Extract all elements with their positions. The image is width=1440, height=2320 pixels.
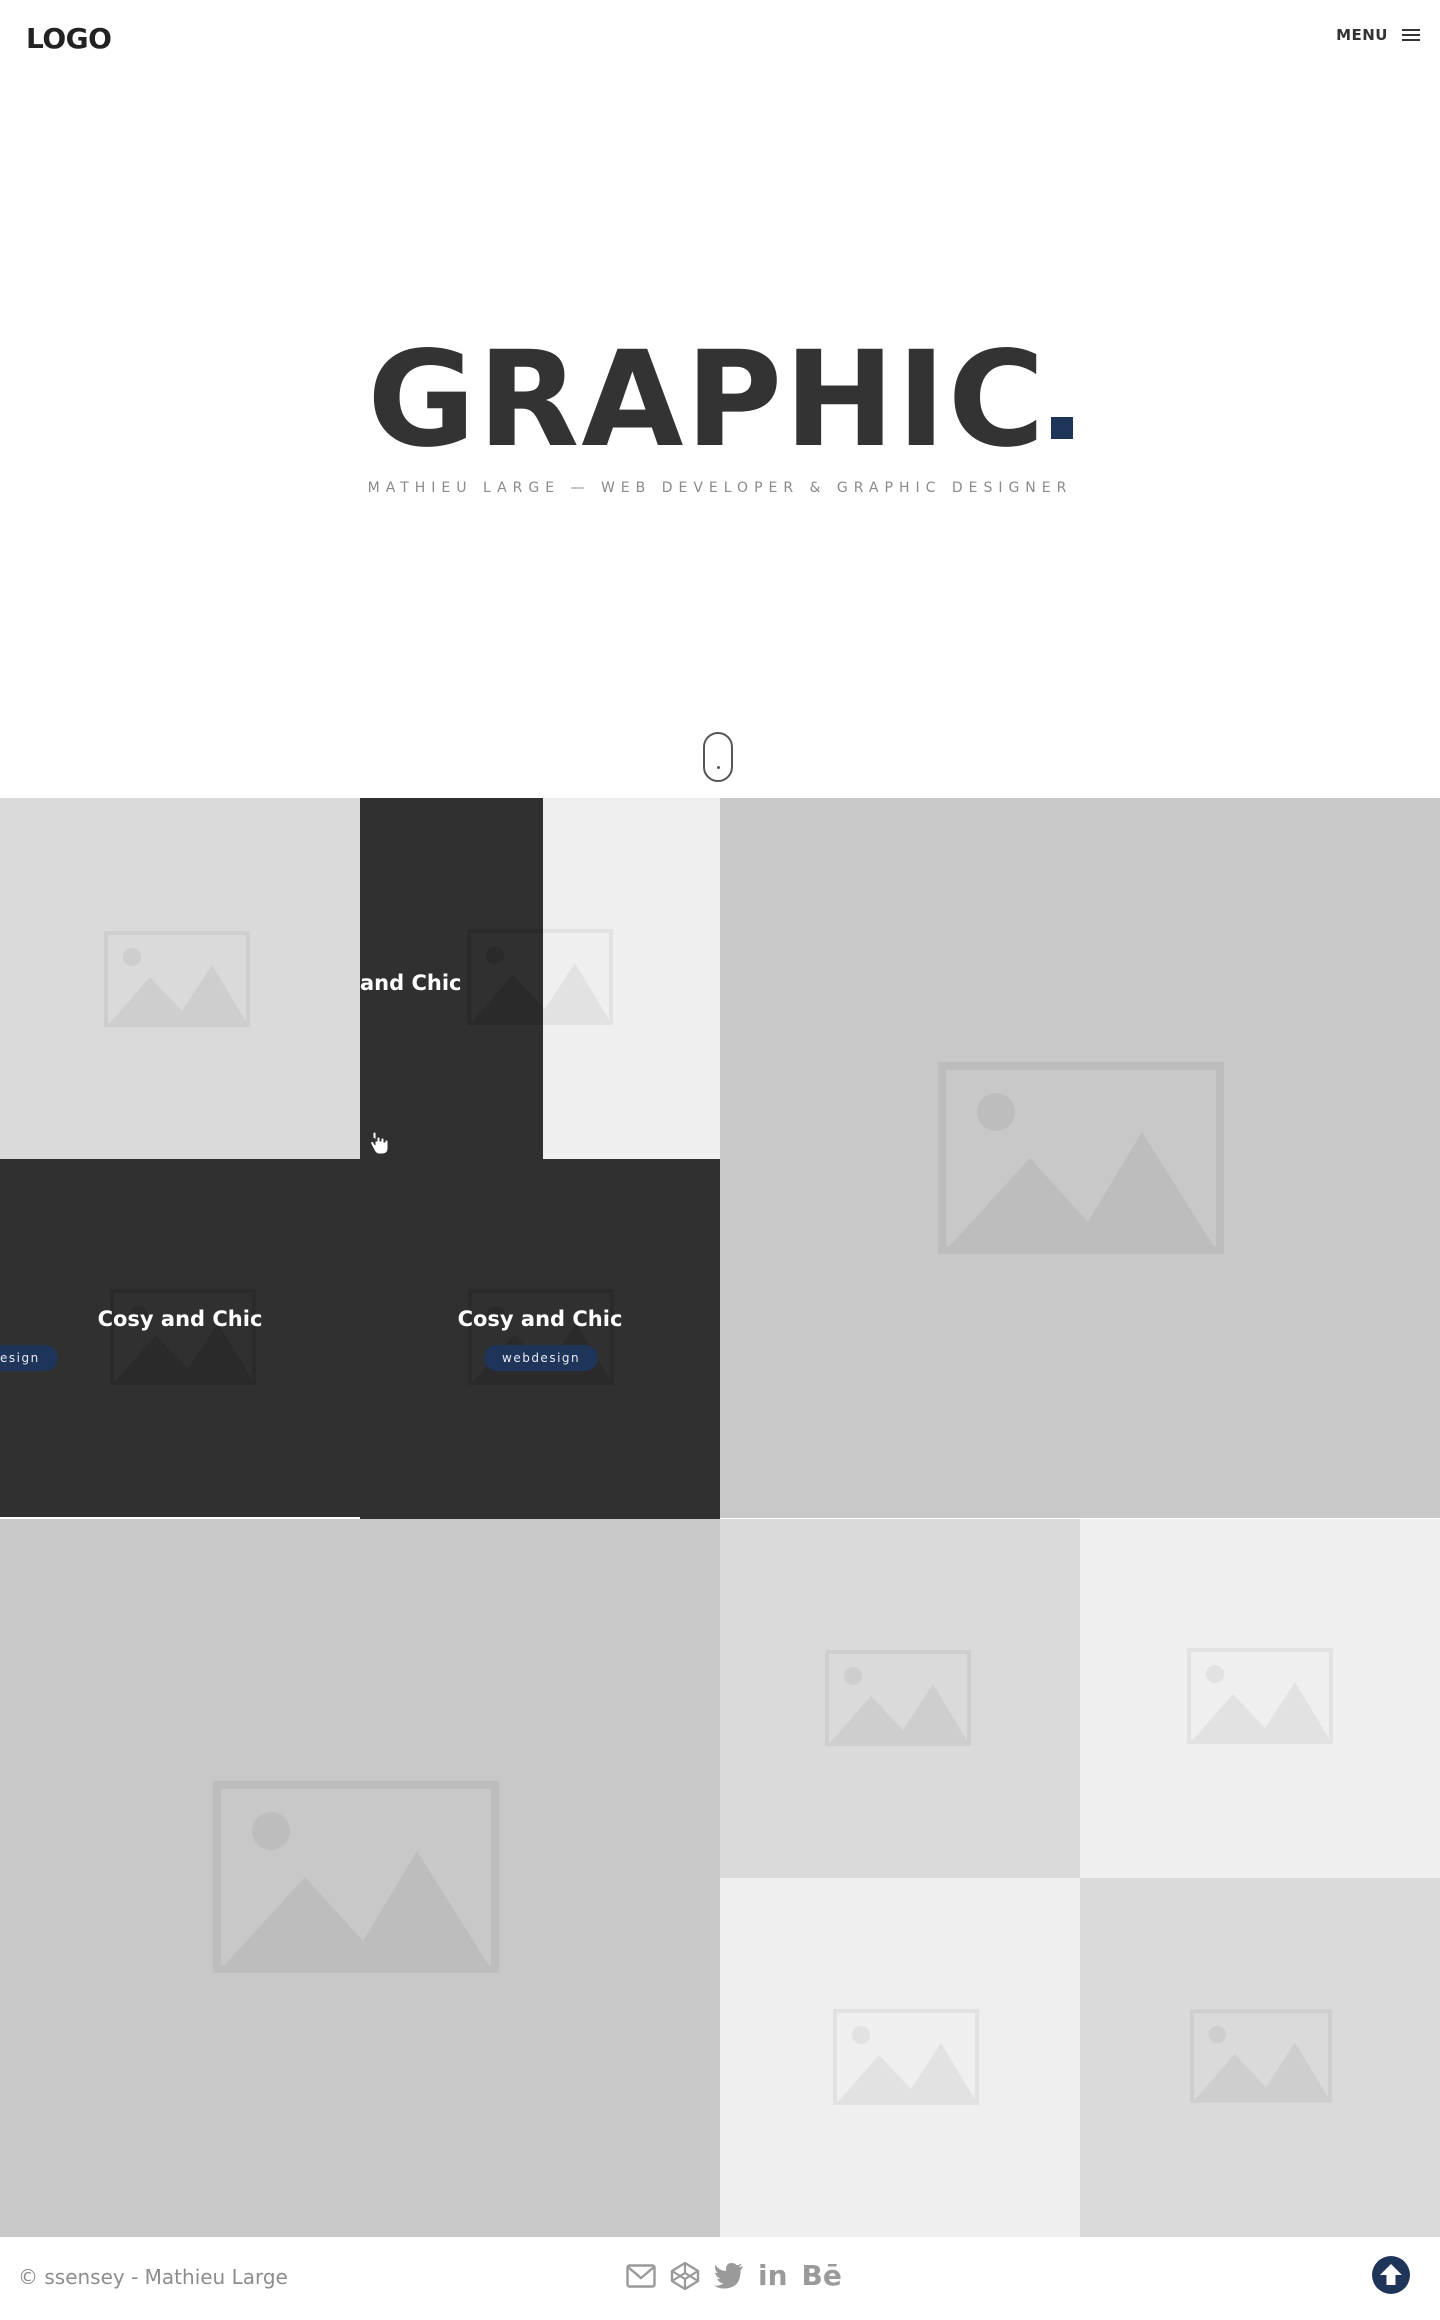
image-placeholder-icon — [467, 929, 543, 1025]
image-placeholder-icon — [1187, 1648, 1333, 1744]
portfolio-item-title: and Chic — [360, 971, 462, 995]
hero-title: GRAPHIC — [0, 330, 1440, 470]
hero-title-text: GRAPHIC — [367, 323, 1047, 477]
menu-button[interactable]: MENU — [1336, 26, 1420, 44]
site-footer: © ssensey - Mathieu Large in Bē — [0, 2237, 1440, 2320]
back-to-top-button[interactable] — [1372, 2256, 1410, 2294]
portfolio-tile-8[interactable] — [1080, 1519, 1440, 1878]
arrow-up-icon — [1380, 2264, 1402, 2285]
codepen-icon[interactable] — [670, 2259, 700, 2293]
mail-icon[interactable] — [626, 2259, 656, 2293]
behance-icon[interactable]: Bē — [802, 2259, 842, 2293]
portfolio-item-title: Cosy and Chic — [97, 1307, 263, 1331]
social-links: in Bē — [626, 2259, 842, 2293]
image-placeholder-icon — [833, 2009, 979, 2105]
scroll-down-mouse-icon[interactable] — [703, 732, 733, 782]
site-logo[interactable]: LOGO — [26, 22, 112, 55]
portfolio-item-tag[interactable]: esign — [0, 1345, 58, 1371]
portfolio-tile-6[interactable] — [0, 1519, 720, 2237]
hero-title-dot — [1050, 417, 1073, 439]
portfolio-tile-3[interactable] — [720, 798, 1440, 1518]
portfolio-tile-1[interactable] — [0, 798, 360, 1159]
portfolio-tile-5[interactable]: Cosy and Chic webdesign — [360, 1159, 720, 1519]
image-placeholder-icon — [825, 1650, 971, 1746]
portfolio-tile-9[interactable] — [720, 1878, 1080, 2237]
portfolio-tile-10[interactable] — [1080, 1878, 1440, 2237]
hero-subtitle: MATHIEU LARGE — WEB DEVELOPER & GRAPHIC … — [367, 480, 1073, 496]
twitter-icon[interactable] — [714, 2259, 744, 2293]
hamburger-icon — [1402, 28, 1420, 42]
portfolio-hover-overlay[interactable]: and Chic — [360, 798, 543, 1159]
hand-cursor-icon — [370, 1131, 392, 1156]
portfolio-tile-4[interactable]: Cosy and Chic esign — [0, 1159, 360, 1517]
menu-label: MENU — [1336, 26, 1388, 44]
image-placeholder-icon — [110, 1289, 256, 1385]
linkedin-icon[interactable]: in — [758, 2259, 788, 2293]
image-placeholder-icon — [104, 931, 250, 1027]
portfolio-item-title: Cosy and Chic — [457, 1307, 623, 1331]
portfolio-item-tag[interactable]: webdesign — [484, 1345, 599, 1371]
image-placeholder-icon — [1190, 2009, 1332, 2103]
image-placeholder-icon — [213, 1781, 499, 1973]
portfolio-tile-7[interactable] — [720, 1519, 1080, 1878]
image-placeholder-icon — [938, 1062, 1224, 1254]
site-header: LOGO MENU — [0, 0, 1440, 80]
copyright-text: © ssensey - Mathieu Large — [18, 2265, 288, 2289]
